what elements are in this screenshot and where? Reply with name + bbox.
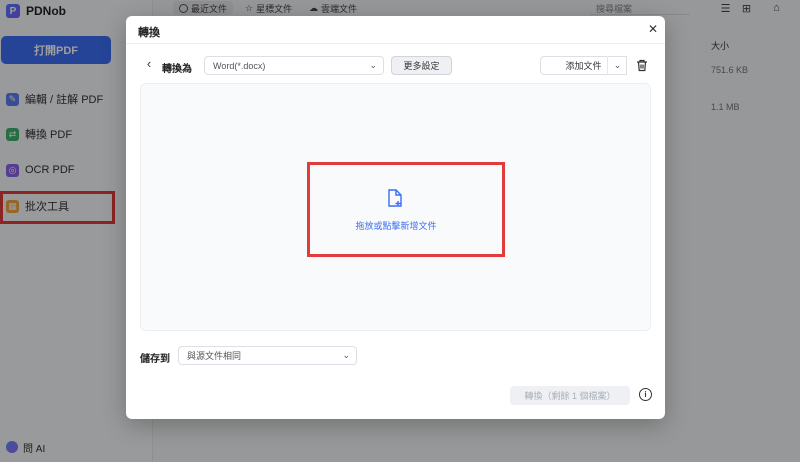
drop-zone-highlight-box — [307, 162, 505, 257]
close-icon[interactable]: ✕ — [647, 22, 659, 36]
chevron-down-icon: ⌄ — [342, 350, 350, 360]
chevron-down-icon: ⌄ — [369, 60, 377, 70]
format-select[interactable]: Word(*.docx) ⌄ — [204, 56, 384, 75]
save-to-label: 儲存到 — [140, 354, 170, 365]
add-file-dropdown-icon[interactable]: ⌄ — [607, 56, 627, 75]
save-location-select[interactable]: 與源文件相同 ⌄ — [178, 346, 357, 365]
convert-to-label: 轉換為 — [162, 64, 192, 75]
convert-button[interactable]: 轉換（剩餘 1 個檔案） — [510, 386, 630, 405]
more-settings-button[interactable]: 更多設定 — [391, 56, 452, 75]
convert-dialog: 轉換 ✕ ‹ 轉換為 Word(*.docx) ⌄ 更多設定 添加文件 ⌄ 拖放… — [126, 16, 665, 419]
format-value: Word(*.docx) — [213, 60, 266, 71]
back-icon[interactable]: ‹ — [144, 56, 154, 71]
save-location-value: 與源文件相同 — [187, 351, 242, 361]
dialog-title: 轉換 — [138, 27, 160, 39]
drop-hint-text[interactable]: 拖放或點擊新增文件 — [346, 219, 446, 232]
trash-icon[interactable] — [634, 56, 650, 75]
add-file-icon[interactable] — [385, 188, 405, 208]
divider — [126, 43, 665, 44]
info-icon[interactable]: i — [639, 388, 652, 401]
